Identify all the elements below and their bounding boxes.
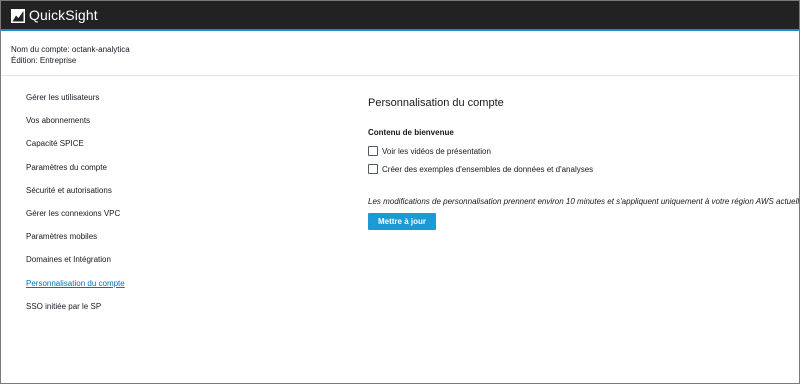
sidebar-item-account-customization[interactable]: Personnalisation du compte	[26, 279, 125, 302]
header-divider	[1, 75, 799, 76]
top-navigation-bar: QuickSight	[1, 1, 799, 31]
sidebar-item-vpc-connections[interactable]: Gérer les connexions VPC	[26, 209, 125, 232]
videos-checkbox-label[interactable]: Voir les vidéos de présentation	[382, 147, 491, 156]
option-row-videos[interactable]: Voir les vidéos de présentation	[368, 146, 491, 156]
page-title: Personnalisation du compte	[368, 97, 504, 109]
quicksight-logo-icon[interactable]	[11, 9, 25, 23]
sidebar-item-account-settings[interactable]: Paramètres du compte	[26, 163, 125, 186]
sidebar-item-security-permissions[interactable]: Sécurité et autorisations	[26, 186, 125, 209]
sidebar-item-subscriptions[interactable]: Vos abonnements	[26, 116, 125, 139]
customization-note: Les modifications de personnalisation pr…	[368, 197, 800, 206]
account-info: Nom du compte: octank-analytica Édition:…	[11, 44, 130, 66]
app-window: QuickSight Nom du compte: octank-analyti…	[0, 0, 800, 384]
sidebar-item-sp-initiated-sso[interactable]: SSO initiée par le SP	[26, 302, 125, 325]
videos-checkbox[interactable]	[368, 146, 378, 156]
sidebar-item-spice-capacity[interactable]: Capacité SPICE	[26, 139, 125, 162]
main-content: Personnalisation du compte Contenu de bi…	[368, 97, 799, 230]
sidebar-item-manage-users[interactable]: Gérer les utilisateurs	[26, 93, 125, 116]
app-name[interactable]: QuickSight	[29, 7, 98, 23]
samples-checkbox[interactable]	[368, 164, 378, 174]
settings-sidebar: Gérer les utilisateurs Vos abonnements C…	[26, 93, 125, 325]
welcome-content-heading: Contenu de bienvenue	[368, 128, 454, 137]
sidebar-item-mobile-settings[interactable]: Paramètres mobiles	[26, 232, 125, 255]
sidebar-item-domains-integration[interactable]: Domaines et Intégration	[26, 255, 125, 278]
account-name: Nom du compte: octank-analytica	[11, 45, 130, 54]
update-button[interactable]: Mettre à jour	[368, 213, 436, 230]
account-edition: Édition: Entreprise	[11, 56, 77, 65]
option-row-samples[interactable]: Créer des exemples d'ensembles de donnée…	[368, 164, 593, 174]
samples-checkbox-label[interactable]: Créer des exemples d'ensembles de donnée…	[382, 165, 593, 174]
